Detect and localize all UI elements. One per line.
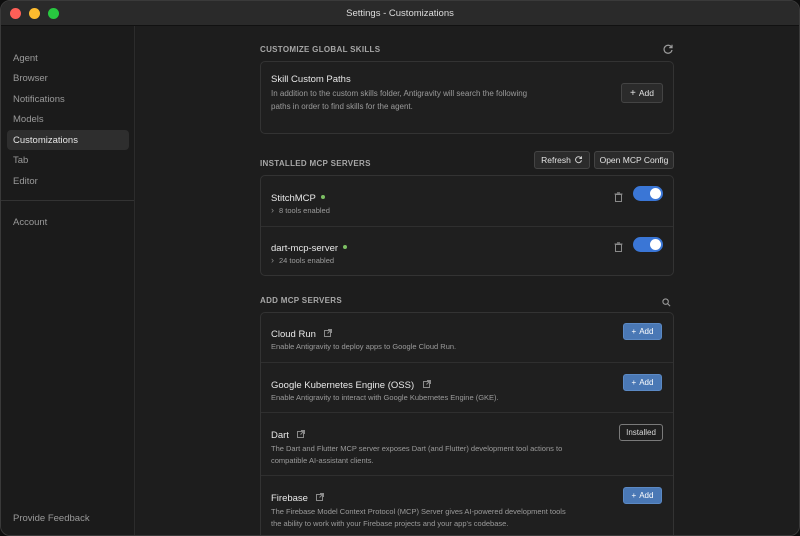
server-entry-cloud-run: Cloud Run [271, 324, 333, 342]
plus-icon: + [631, 378, 637, 387]
close-window-button[interactable] [10, 8, 21, 19]
sidebar-account-group: Account [7, 212, 129, 233]
server-row-dart-mcp-server: dart-mcp-server [271, 238, 348, 256]
server-tools-toggle[interactable]: › 24 tools enabled [271, 255, 334, 265]
server-name: StitchMCP [271, 193, 316, 204]
server-desc-line2: compatible AI-assistant clients. [271, 456, 374, 465]
sidebar-item-tab[interactable]: Tab [7, 151, 129, 171]
server-desc: Enable Antigravity to deploy apps to Goo… [271, 342, 457, 351]
sidebar-item-editor[interactable]: Editor [7, 171, 129, 191]
server-entry-firebase: Firebase [271, 488, 325, 506]
add-servers-card: Cloud Run Enable Antigravity to deploy a… [260, 312, 674, 535]
plus-icon: + [630, 87, 636, 99]
sidebar-item-customizations[interactable]: Customizations [7, 130, 129, 150]
skill-desc-line2: paths in order to find skills for the ag… [271, 102, 413, 111]
external-link-icon[interactable] [316, 488, 325, 506]
toggle-knob [650, 239, 661, 250]
server-name: Dart [271, 430, 289, 442]
sidebar-item-agent[interactable]: Agent [7, 48, 129, 68]
sidebar-divider [1, 200, 134, 201]
add-mcp-heading: ADD MCP SERVERS [260, 296, 342, 305]
status-dot [320, 194, 325, 199]
server-desc-line1: The Dart and Flutter MCP server exposes … [271, 444, 563, 453]
title-bar: Settings - Customizations [1, 1, 799, 26]
server-name: dart-mcp-server [271, 243, 339, 254]
server-entry-gke: Google Kubernetes Engine (OSS) [271, 375, 431, 393]
sidebar-item-browser[interactable]: Browser [7, 69, 129, 89]
main-content: CUSTOMIZE GLOBAL SKILLS Skill Custom Pat… [136, 26, 799, 535]
skill-custom-paths-desc: In addition to the custom skills folder,… [271, 87, 601, 113]
trash-icon[interactable] [614, 239, 623, 257]
window-controls [10, 8, 59, 19]
add-label: Add [639, 491, 654, 500]
external-link-icon[interactable] [422, 375, 431, 393]
server-name: Google Kubernetes Engine (OSS) [271, 380, 415, 392]
server-enabled-toggle[interactable] [633, 237, 663, 252]
skill-desc-line1: In addition to the custom skills folder,… [271, 89, 528, 98]
installed-servers-card: StitchMCP › 8 tools enabled dart-mcp-ser… [260, 175, 674, 276]
add-label: Add [639, 327, 654, 336]
trash-icon[interactable] [614, 189, 623, 207]
row-divider [261, 412, 673, 413]
row-divider [261, 226, 673, 227]
skill-custom-paths-card: Skill Custom Paths In addition to the cu… [260, 61, 674, 134]
row-divider [261, 475, 673, 476]
server-tools-count: 24 tools enabled [279, 255, 335, 265]
sidebar-item-models[interactable]: Models [7, 110, 129, 130]
add-skill-path-label: Add [638, 88, 654, 98]
open-mcp-config-button[interactable]: Open MCP Config [594, 151, 674, 169]
plus-icon: + [631, 491, 637, 500]
sidebar: Agent Browser Notifications Models Custo… [1, 26, 135, 535]
add-cloud-run-button[interactable]: + Add [623, 323, 662, 340]
installed-badge: Installed [619, 424, 663, 441]
server-name: Firebase [271, 493, 308, 505]
provide-feedback-link[interactable]: Provide Feedback [13, 513, 90, 524]
server-desc-line2: the ability to work with your Firebase p… [271, 519, 509, 528]
server-desc-line1: The Firebase Model Context Protocol (MCP… [271, 507, 566, 516]
refresh-icon[interactable] [662, 42, 674, 54]
skill-custom-paths-title: Skill Custom Paths [271, 74, 351, 85]
chevron-right-icon: › [271, 205, 274, 215]
external-link-icon[interactable] [324, 324, 333, 342]
chevron-right-icon: › [271, 255, 274, 265]
external-link-icon[interactable] [297, 425, 306, 443]
server-enabled-toggle[interactable] [633, 186, 663, 201]
add-skill-path-button[interactable]: + Add [621, 83, 663, 103]
window-title: Settings - Customizations [346, 7, 454, 19]
toggle-knob [650, 188, 661, 199]
refresh-icon [574, 155, 583, 166]
maximize-window-button[interactable] [48, 8, 59, 19]
search-icon[interactable] [662, 294, 671, 312]
server-desc: The Dart and Flutter MCP server exposes … [271, 443, 562, 467]
server-row-stitchmcp: StitchMCP [271, 188, 325, 206]
server-name: Cloud Run [271, 329, 316, 341]
refresh-button-label: Refresh [541, 155, 571, 165]
refresh-button[interactable]: Refresh [534, 151, 590, 169]
add-firebase-button[interactable]: + Add [623, 487, 662, 504]
server-desc: Enable Antigravity to interact with Goog… [271, 393, 499, 402]
server-entry-dart: Dart [271, 425, 306, 443]
status-dot [343, 244, 348, 249]
server-desc: The Firebase Model Context Protocol (MCP… [271, 506, 566, 530]
add-gke-button[interactable]: + Add [623, 374, 662, 391]
sidebar-item-account[interactable]: Account [7, 212, 129, 232]
sidebar-nav: Agent Browser Notifications Models Custo… [7, 48, 129, 192]
installed-mcp-heading: INSTALLED MCP SERVERS [260, 159, 371, 168]
sidebar-item-notifications[interactable]: Notifications [7, 89, 129, 109]
server-tools-count: 8 tools enabled [279, 205, 330, 215]
add-label: Add [639, 378, 654, 387]
global-skills-heading: CUSTOMIZE GLOBAL SKILLS [260, 45, 381, 54]
server-tools-toggle[interactable]: › 8 tools enabled [271, 205, 330, 215]
plus-icon: + [631, 327, 637, 336]
minimize-window-button[interactable] [29, 8, 40, 19]
row-divider [261, 362, 673, 363]
settings-window: Settings - Customizations Agent Browser … [0, 0, 800, 536]
